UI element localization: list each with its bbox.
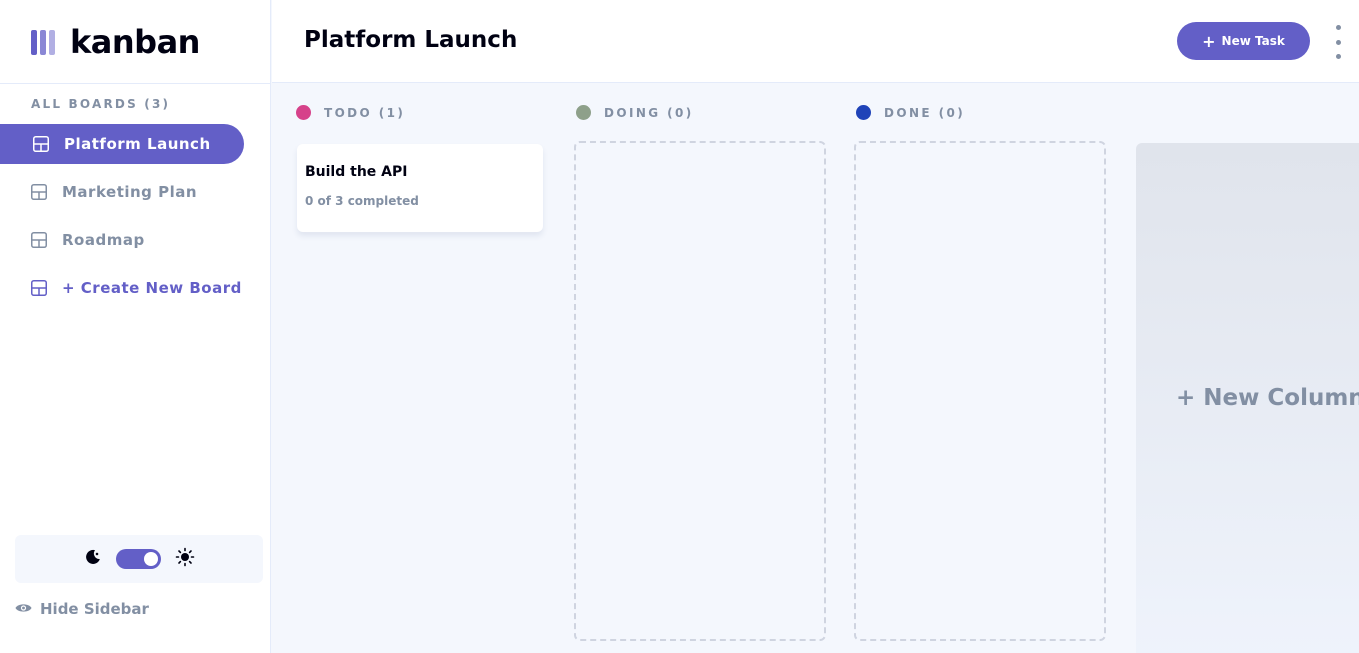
task-subtask-progress: 0 of 3 completed (305, 194, 419, 208)
sidebar-item-marketing-plan[interactable]: Marketing Plan (0, 172, 244, 212)
boards-heading: ALL BOARDS (3) (31, 97, 171, 111)
app-logo: kanban (31, 22, 200, 62)
column-title: TODO (1) (324, 105, 406, 120)
column-color-dot (576, 105, 591, 120)
empty-column-doing (574, 141, 826, 641)
logo-icon (31, 29, 55, 55)
sidebar-divider (0, 83, 271, 84)
plus-icon: + (1202, 32, 1216, 51)
task-card[interactable]: Build the API 0 of 3 completed (297, 144, 543, 232)
new-column-button[interactable]: + New Column (1136, 143, 1359, 653)
hide-sidebar-button[interactable]: Hide Sidebar (15, 600, 149, 618)
board-icon (33, 136, 49, 152)
task-title: Build the API (305, 164, 408, 180)
column-title: DONE (0) (884, 105, 966, 120)
column-title: DOING (0) (604, 105, 694, 120)
new-task-button[interactable]: + New Task (1177, 22, 1310, 60)
app-name: kanban (70, 23, 200, 61)
new-column-label: + New Column (1176, 385, 1359, 411)
theme-switch[interactable] (115, 549, 161, 569)
board-list: Platform Launch Marketing Plan Roadmap +… (0, 124, 271, 316)
board-icon (31, 232, 47, 248)
theme-switch-knob (143, 552, 158, 566)
vertical-ellipsis-icon[interactable] (1332, 25, 1344, 59)
empty-column-done (854, 141, 1106, 641)
theme-toggle-panel (15, 535, 263, 583)
top-header: Platform Launch + New Task (272, 0, 1359, 83)
create-new-board-button[interactable]: + Create New Board (0, 268, 244, 308)
board-icon (31, 184, 47, 200)
sidebar-item-roadmap[interactable]: Roadmap (0, 220, 244, 260)
board-icon (31, 280, 47, 296)
sidebar-item-label: Roadmap (62, 231, 145, 249)
column-color-dot (856, 105, 871, 120)
column-header-done: DONE (0) (856, 105, 965, 120)
hide-sidebar-label: Hide Sidebar (40, 600, 149, 618)
sidebar: kanban ALL BOARDS (3) Platform Launch Ma… (0, 0, 271, 653)
column-color-dot (296, 105, 311, 120)
new-task-label: New Task (1221, 34, 1285, 48)
column-header-todo: TODO (1) (296, 105, 405, 120)
moon-icon (84, 548, 102, 570)
sidebar-item-platform-launch[interactable]: Platform Launch (0, 124, 244, 164)
sidebar-item-label: Platform Launch (64, 135, 211, 153)
sun-icon (175, 547, 195, 571)
column-header-doing: DOING (0) (576, 105, 694, 120)
page-title: Platform Launch (304, 27, 518, 53)
eye-icon (15, 600, 32, 618)
create-new-board-label: + Create New Board (62, 279, 242, 297)
sidebar-item-label: Marketing Plan (62, 183, 198, 201)
